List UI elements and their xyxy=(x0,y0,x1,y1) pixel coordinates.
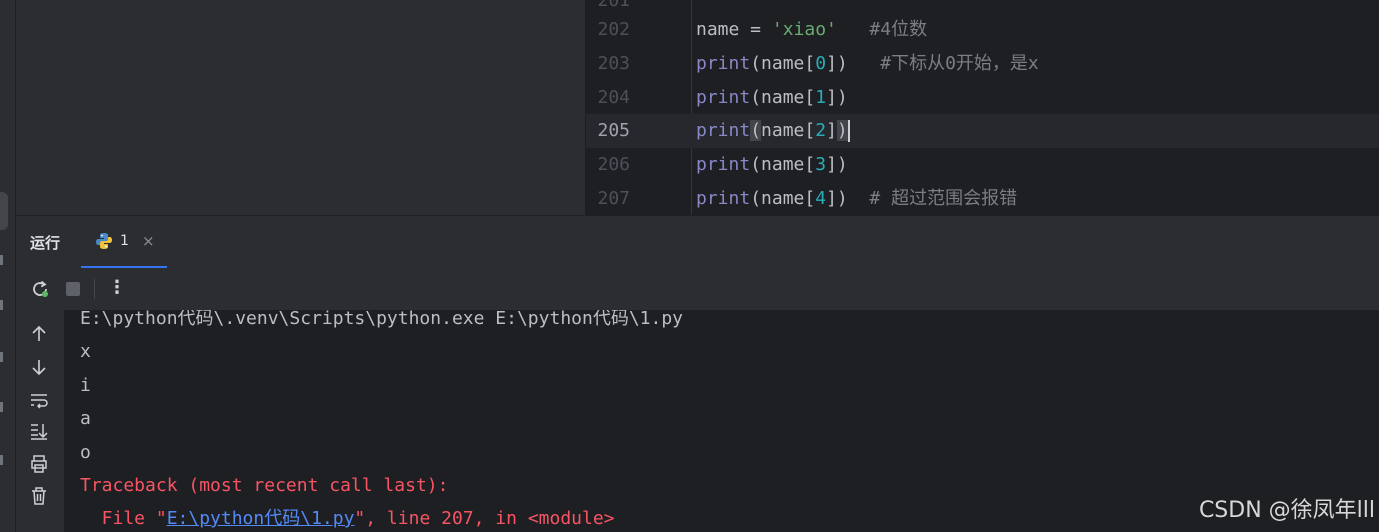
code-token: ]) xyxy=(826,154,848,175)
arrow-down-icon[interactable] xyxy=(28,356,50,378)
run-tab-label: 1 xyxy=(120,233,129,249)
run-tool-window-header: 运行 1 × xyxy=(16,215,1379,269)
code-token: ] xyxy=(826,120,837,141)
rerun-icon[interactable] xyxy=(28,277,52,301)
ide-window: 2 0 1 202 name = 'xiao' #4位数 203 print(name[0]… xyxy=(0,0,1379,532)
close-icon[interactable]: × xyxy=(142,232,155,250)
code-text: print(name[3]) xyxy=(696,148,848,182)
run-window-title: 运行 xyxy=(30,234,61,252)
code-token: print xyxy=(696,188,751,209)
console-output-line: o xyxy=(80,442,91,463)
soft-wrap-icon[interactable] xyxy=(28,389,50,411)
console-output-line: i xyxy=(80,375,91,396)
text-caret xyxy=(847,120,850,142)
code-text: print(name[0]) #下标从0开始，是x xyxy=(696,47,1039,81)
code-token: #4位数 xyxy=(836,19,928,40)
stripe-marker xyxy=(0,402,3,412)
line-number: 202 xyxy=(597,19,630,40)
line-number: 204 xyxy=(597,87,630,108)
run-tab[interactable]: 1 × xyxy=(81,216,167,268)
code-token: ]) xyxy=(826,188,848,209)
trash-icon[interactable] xyxy=(28,485,50,507)
code-token: ) xyxy=(836,120,848,141)
code-line[interactable]: 204 print(name[1]) xyxy=(586,81,1379,115)
code-token: print xyxy=(696,87,751,108)
toolbar-separator xyxy=(94,279,95,299)
code-line[interactable]: 205 print(name[2]) xyxy=(586,114,1379,148)
code-token: 1 xyxy=(815,87,827,108)
code-token: # 超过范围会报错 xyxy=(847,188,1018,209)
code-text: print(name[4]) # 超过范围会报错 xyxy=(696,182,1017,215)
stripe-marker xyxy=(0,300,3,310)
file-link[interactable]: E:\python代码\1.py xyxy=(167,508,355,529)
run-toolbar: ⋮ xyxy=(16,268,1379,310)
console-output-line: a xyxy=(80,408,91,429)
project-panel xyxy=(16,0,586,215)
code-token: print xyxy=(696,120,751,141)
scroll-to-end-icon[interactable] xyxy=(28,420,50,442)
code-token: ( xyxy=(750,120,762,141)
line-number: 206 xyxy=(597,154,630,175)
more-options-icon[interactable]: ⋮ xyxy=(108,277,126,298)
code-token: name[ xyxy=(761,120,816,141)
stripe-marker xyxy=(0,455,3,465)
stripe-marker xyxy=(0,352,3,362)
stripe-tool-button[interactable] xyxy=(0,192,8,230)
code-token: (name[ xyxy=(750,188,816,209)
watermark: CSDN @徐凤年lll xyxy=(1198,498,1375,523)
code-token: ]) xyxy=(826,53,848,74)
code-editor[interactable]: 2 0 1 202 name = 'xiao' #4位数 203 print(name[0]… xyxy=(586,0,1379,215)
code-token: ]) xyxy=(826,87,848,108)
code-token: 0 xyxy=(815,53,827,74)
line-number: 207 xyxy=(597,188,630,209)
code-line[interactable]: 202 name = 'xiao' #4位数 xyxy=(586,13,1379,47)
python-icon xyxy=(96,233,112,249)
code-token: name = xyxy=(696,19,772,40)
code-token: 3 xyxy=(815,154,827,175)
line-number: 203 xyxy=(597,53,630,74)
line-number: 205 xyxy=(597,120,630,141)
traceback-file-line: File "E:\python代码\1.py", line 207, in <m… xyxy=(80,508,615,529)
code-token: print xyxy=(696,154,751,175)
code-line[interactable]: 203 print(name[0]) #下标从0开始，是x xyxy=(586,47,1379,81)
stripe-marker xyxy=(0,255,3,265)
code-text: name = 'xiao' #4位数 xyxy=(696,13,927,47)
code-token: (name[ xyxy=(750,87,816,108)
code-token: print xyxy=(696,53,751,74)
code-line[interactable]: 207 print(name[4]) # 超过范围会报错 xyxy=(586,182,1379,215)
arrow-up-icon[interactable] xyxy=(28,323,50,345)
console-error-line: Traceback (most recent call last): xyxy=(80,475,449,496)
stop-icon[interactable] xyxy=(61,277,85,301)
code-line[interactable]: 206 print(name[3]) xyxy=(586,148,1379,182)
console-output-line: x xyxy=(80,341,91,362)
code-token: 'xiao' xyxy=(771,19,837,40)
code-token: (name[ xyxy=(750,154,816,175)
console-side-toolbar xyxy=(16,310,64,532)
code-text: print(name[2]) xyxy=(696,114,850,148)
code-token: (name[ xyxy=(750,53,816,74)
print-icon[interactable] xyxy=(28,453,50,475)
run-console-output[interactable]: File "E:\python代码\1.py", line 207, in <m… xyxy=(64,310,1379,532)
console-output-line: E:\python代码\.venv\Scripts\python.exe E:\… xyxy=(80,310,684,329)
code-token: 2 xyxy=(815,120,827,141)
code-text: print(name[1]) xyxy=(696,81,848,115)
left-tool-stripe xyxy=(0,0,16,532)
code-token: 4 xyxy=(815,188,827,209)
code-token: #下标从0开始，是x xyxy=(847,53,1039,74)
